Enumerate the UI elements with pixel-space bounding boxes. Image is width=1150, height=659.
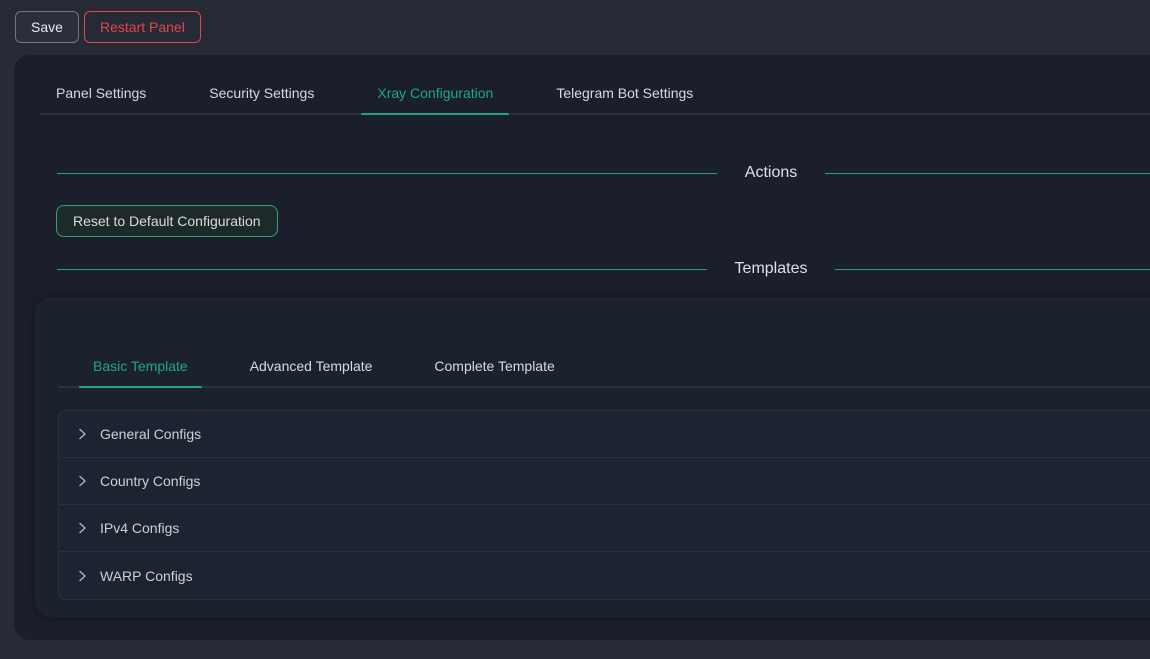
tab-complete-template[interactable]: Complete Template	[420, 346, 568, 386]
templates-card: Basic Template Advanced Template Complet…	[35, 297, 1150, 617]
tab-xray-configuration[interactable]: Xray Configuration	[361, 73, 509, 113]
reset-default-configuration-button[interactable]: Reset to Default Configuration	[56, 205, 278, 237]
tab-telegram-bot-settings[interactable]: Telegram Bot Settings	[540, 73, 709, 113]
chevron-right-icon	[76, 570, 88, 582]
chevron-right-icon	[76, 475, 88, 487]
top-toolbar: Save Restart Panel	[0, 0, 1150, 48]
tab-panel-settings[interactable]: Panel Settings	[40, 73, 162, 113]
tab-security-settings[interactable]: Security Settings	[193, 73, 330, 113]
collapse-general-configs[interactable]: General Configs	[59, 411, 1150, 458]
templates-divider-label: Templates	[735, 260, 808, 278]
collapse-warp-configs[interactable]: WARP Configs	[59, 552, 1150, 599]
config-collapse-list: General Configs Country Configs IPv4 Con…	[58, 410, 1150, 600]
settings-tab-bar: Panel Settings Security Settings Xray Co…	[40, 73, 1150, 115]
templates-divider: Templates	[57, 257, 1150, 281]
actions-divider: Actions	[57, 161, 1150, 185]
tab-advanced-template[interactable]: Advanced Template	[236, 346, 387, 386]
collapse-country-configs[interactable]: Country Configs	[59, 458, 1150, 505]
save-button[interactable]: Save	[15, 11, 79, 43]
settings-card: Panel Settings Security Settings Xray Co…	[14, 55, 1150, 640]
template-tab-bar: Basic Template Advanced Template Complet…	[58, 346, 1150, 388]
collapse-label: Country Configs	[100, 473, 200, 489]
collapse-label: WARP Configs	[100, 568, 193, 584]
restart-panel-button[interactable]: Restart Panel	[84, 11, 201, 43]
collapse-ipv4-configs[interactable]: IPv4 Configs	[59, 505, 1150, 552]
chevron-right-icon	[76, 522, 88, 534]
collapse-label: General Configs	[100, 426, 201, 442]
chevron-right-icon	[76, 428, 88, 440]
actions-divider-label: Actions	[745, 164, 797, 182]
collapse-label: IPv4 Configs	[100, 520, 179, 536]
tab-basic-template[interactable]: Basic Template	[79, 346, 202, 386]
